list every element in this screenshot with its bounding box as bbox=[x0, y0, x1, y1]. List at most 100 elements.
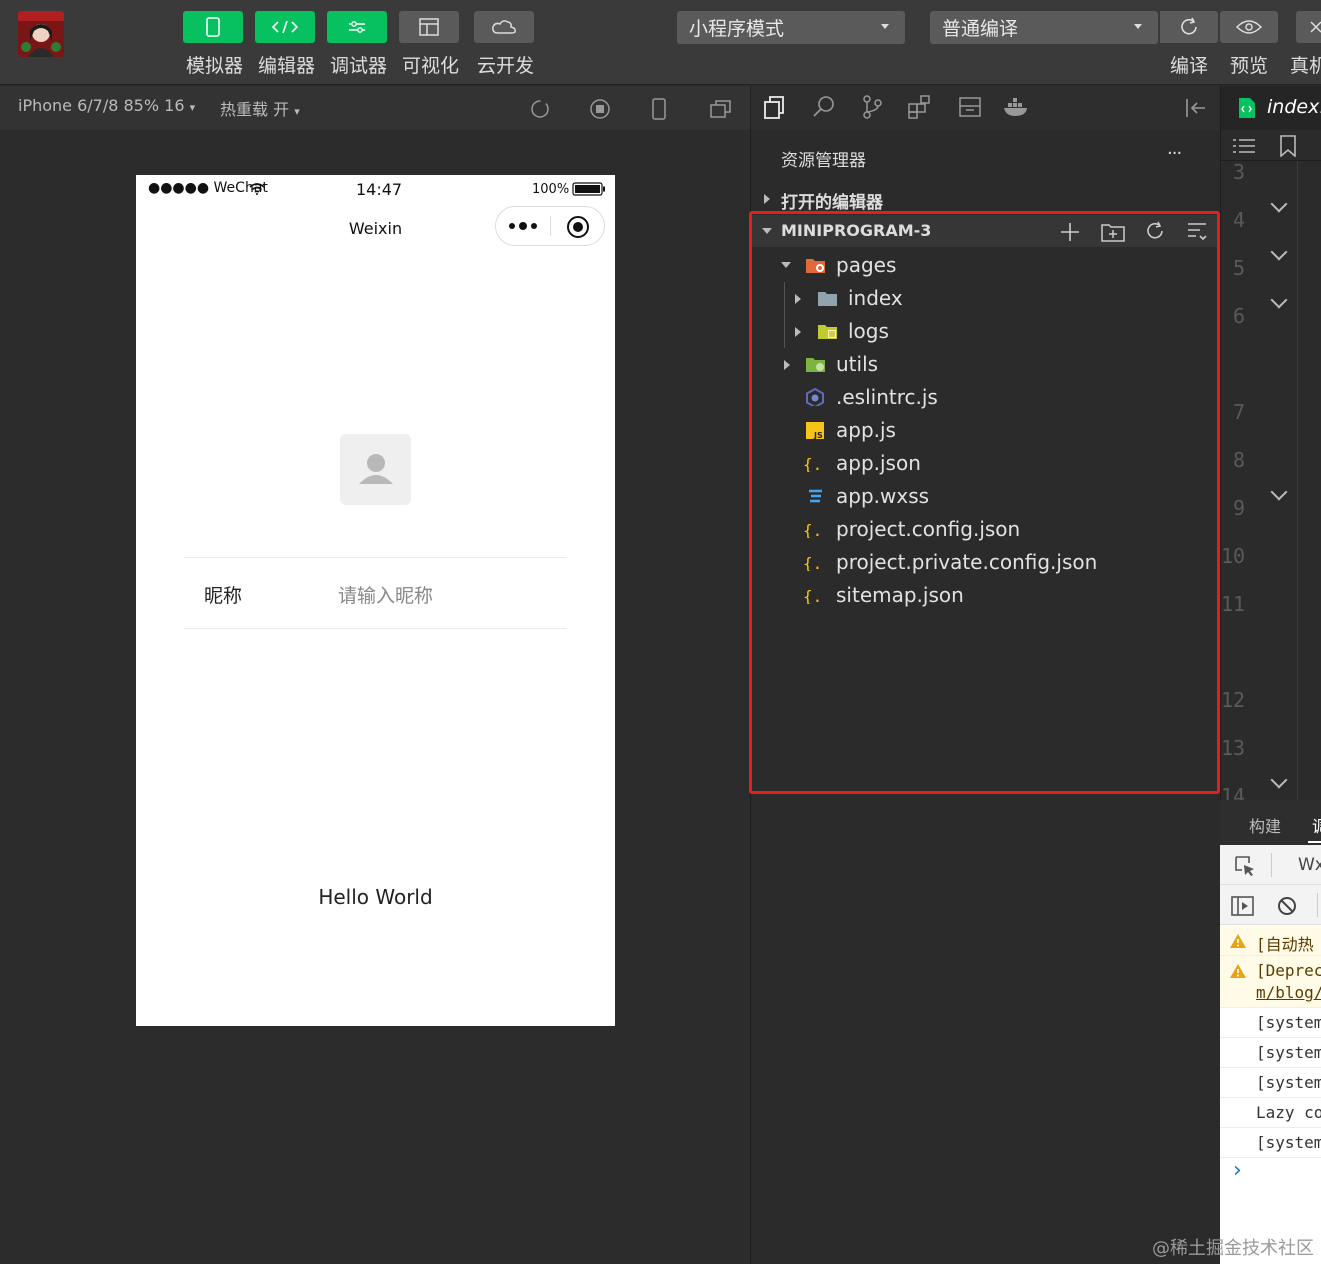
hot-reload-select[interactable]: 热重载 开 ▾ bbox=[220, 96, 300, 120]
simulator-toggle-button[interactable] bbox=[183, 11, 243, 43]
console-log[interactable]: Lazy co bbox=[1220, 1098, 1321, 1128]
debug-console: 构建 调 Wx [自动热 [Deprec m/blog/ [system [sy… bbox=[1220, 800, 1321, 1264]
preview-label: 预览 bbox=[1230, 55, 1269, 77]
source-control-icon[interactable] bbox=[861, 95, 883, 119]
stop-icon[interactable] bbox=[589, 98, 611, 120]
open-editors-label: 打开的编辑器 bbox=[781, 193, 883, 213]
line-number: 5 bbox=[1233, 256, 1246, 280]
battery-percent: 100% bbox=[532, 182, 570, 197]
separator bbox=[1271, 853, 1272, 877]
more-icon[interactable]: ··· bbox=[1167, 143, 1182, 164]
status-time: 14:47 bbox=[356, 180, 403, 199]
console-prompt[interactable]: › bbox=[1233, 1158, 1242, 1183]
line-number: 7 bbox=[1233, 400, 1246, 424]
tab-debug[interactable]: 调 bbox=[1312, 813, 1321, 837]
visual-label: 可视化 bbox=[402, 55, 460, 77]
compile-select[interactable]: 普通编译 bbox=[930, 11, 1158, 44]
top-toolbar: 模拟器 编辑器 调试器 可视化 云开发 小程序模式 普通编译 编译 预览 真机 bbox=[0, 0, 1321, 85]
device-select[interactable]: iPhone 6/7/8 85% 16 ▾ bbox=[18, 96, 195, 115]
chevron-down-icon bbox=[1134, 24, 1142, 29]
line-number: 13 bbox=[1221, 736, 1246, 760]
tab-build[interactable]: 构建 bbox=[1249, 813, 1281, 837]
nickname-label: 昵称 bbox=[204, 585, 243, 607]
visual-toggle-button[interactable] bbox=[399, 11, 459, 43]
bookmark-icon[interactable] bbox=[1279, 135, 1297, 157]
editor-toggle-button[interactable] bbox=[255, 11, 315, 43]
console-text: [system bbox=[1256, 1013, 1321, 1032]
line-number: 8 bbox=[1233, 448, 1246, 472]
extensions-icon[interactable] bbox=[907, 95, 933, 119]
wxml-file-icon bbox=[1239, 98, 1255, 118]
mode-select-value: 小程序模式 bbox=[689, 18, 785, 40]
capsule-menu[interactable] bbox=[495, 206, 605, 246]
refresh-icon bbox=[1181, 17, 1197, 35]
more-dots-icon[interactable] bbox=[508, 222, 538, 230]
debug-device-icon bbox=[1310, 21, 1321, 33]
editor-tab-bar: index.w bbox=[1221, 86, 1321, 130]
outline-icon[interactable] bbox=[1232, 137, 1256, 157]
line-number: 12 bbox=[1221, 688, 1246, 712]
code-icon bbox=[271, 20, 299, 34]
console-warning[interactable]: [自动热 bbox=[1220, 926, 1321, 956]
chevron-down-icon bbox=[881, 24, 889, 29]
user-avatar[interactable] bbox=[18, 11, 64, 57]
rotate-icon[interactable] bbox=[529, 98, 551, 120]
phone-icon bbox=[206, 17, 220, 37]
console-text: [system bbox=[1256, 1043, 1321, 1062]
line-number: 6 bbox=[1233, 304, 1246, 328]
close-target-icon[interactable] bbox=[566, 215, 590, 239]
console-warning[interactable]: [Deprec m/blog/ bbox=[1220, 956, 1321, 1008]
preview-button[interactable] bbox=[1220, 11, 1278, 43]
search-icon[interactable] bbox=[812, 95, 836, 119]
fold-chevron-icon[interactable] bbox=[1270, 243, 1288, 261]
console-text: [自动热 bbox=[1256, 935, 1314, 954]
console-text: [system bbox=[1256, 1073, 1321, 1092]
editor-tab-title[interactable]: index.w bbox=[1267, 96, 1321, 118]
chevron-right-icon bbox=[764, 194, 770, 204]
active-tab-indicator bbox=[1308, 841, 1321, 843]
status-bar: ●●●●● WeChat 14:47 100% bbox=[136, 175, 615, 203]
debugger-toggle-button[interactable] bbox=[327, 11, 387, 43]
fold-chevron-icon[interactable] bbox=[1270, 195, 1288, 213]
docker-icon[interactable] bbox=[1003, 97, 1031, 117]
nickname-input[interactable]: 请输入昵称 bbox=[338, 581, 433, 608]
files-icon[interactable] bbox=[763, 95, 787, 121]
real-device-button[interactable] bbox=[1296, 11, 1321, 43]
mode-select[interactable]: 小程序模式 bbox=[677, 11, 905, 44]
warning-icon bbox=[1230, 934, 1246, 948]
console-log[interactable]: [system bbox=[1220, 1068, 1321, 1098]
separator bbox=[184, 628, 567, 629]
console-log[interactable]: [system bbox=[1220, 1008, 1321, 1038]
console-text: [system bbox=[1256, 1133, 1321, 1152]
wx-tab[interactable]: Wx bbox=[1298, 855, 1321, 875]
collapse-panel-icon[interactable] bbox=[1184, 97, 1208, 119]
activity-bar bbox=[751, 86, 1219, 130]
cloud-dev-button[interactable] bbox=[474, 11, 534, 43]
console-tab-bar: 构建 调 bbox=[1220, 800, 1321, 845]
user-icon bbox=[359, 454, 393, 484]
sidebar-toggle-icon[interactable] bbox=[1231, 895, 1255, 917]
avatar-placeholder[interactable] bbox=[340, 434, 411, 505]
fold-chevron-icon[interactable] bbox=[1270, 483, 1288, 501]
console-log[interactable]: [system bbox=[1220, 1038, 1321, 1068]
watermark: @稀土掘金技术社区 bbox=[1152, 1238, 1314, 1259]
console-log[interactable]: [system bbox=[1220, 1128, 1321, 1158]
warning-icon bbox=[1230, 964, 1246, 978]
real-device-label: 真机 bbox=[1290, 55, 1321, 77]
inspect-icon[interactable] bbox=[1234, 855, 1256, 877]
fold-chevron-icon[interactable] bbox=[1270, 291, 1288, 309]
clear-console-icon[interactable] bbox=[1276, 895, 1298, 917]
capsule-divider bbox=[550, 216, 551, 236]
layout-icon bbox=[419, 18, 439, 36]
console-link[interactable]: m/blog/ bbox=[1256, 983, 1321, 1002]
storage-icon[interactable] bbox=[958, 96, 982, 118]
compile-button[interactable] bbox=[1160, 11, 1218, 43]
wifi-icon bbox=[249, 183, 265, 195]
line-number: 9 bbox=[1233, 496, 1246, 520]
simulator-header: iPhone 6/7/8 85% 16 ▾ 热重载 开 ▾ bbox=[0, 86, 750, 130]
detach-window-icon[interactable] bbox=[709, 98, 733, 120]
debug-icon bbox=[349, 21, 365, 33]
fold-chevron-icon[interactable] bbox=[1270, 771, 1288, 789]
line-number: 3 bbox=[1233, 160, 1246, 184]
phone-icon[interactable] bbox=[651, 97, 667, 121]
